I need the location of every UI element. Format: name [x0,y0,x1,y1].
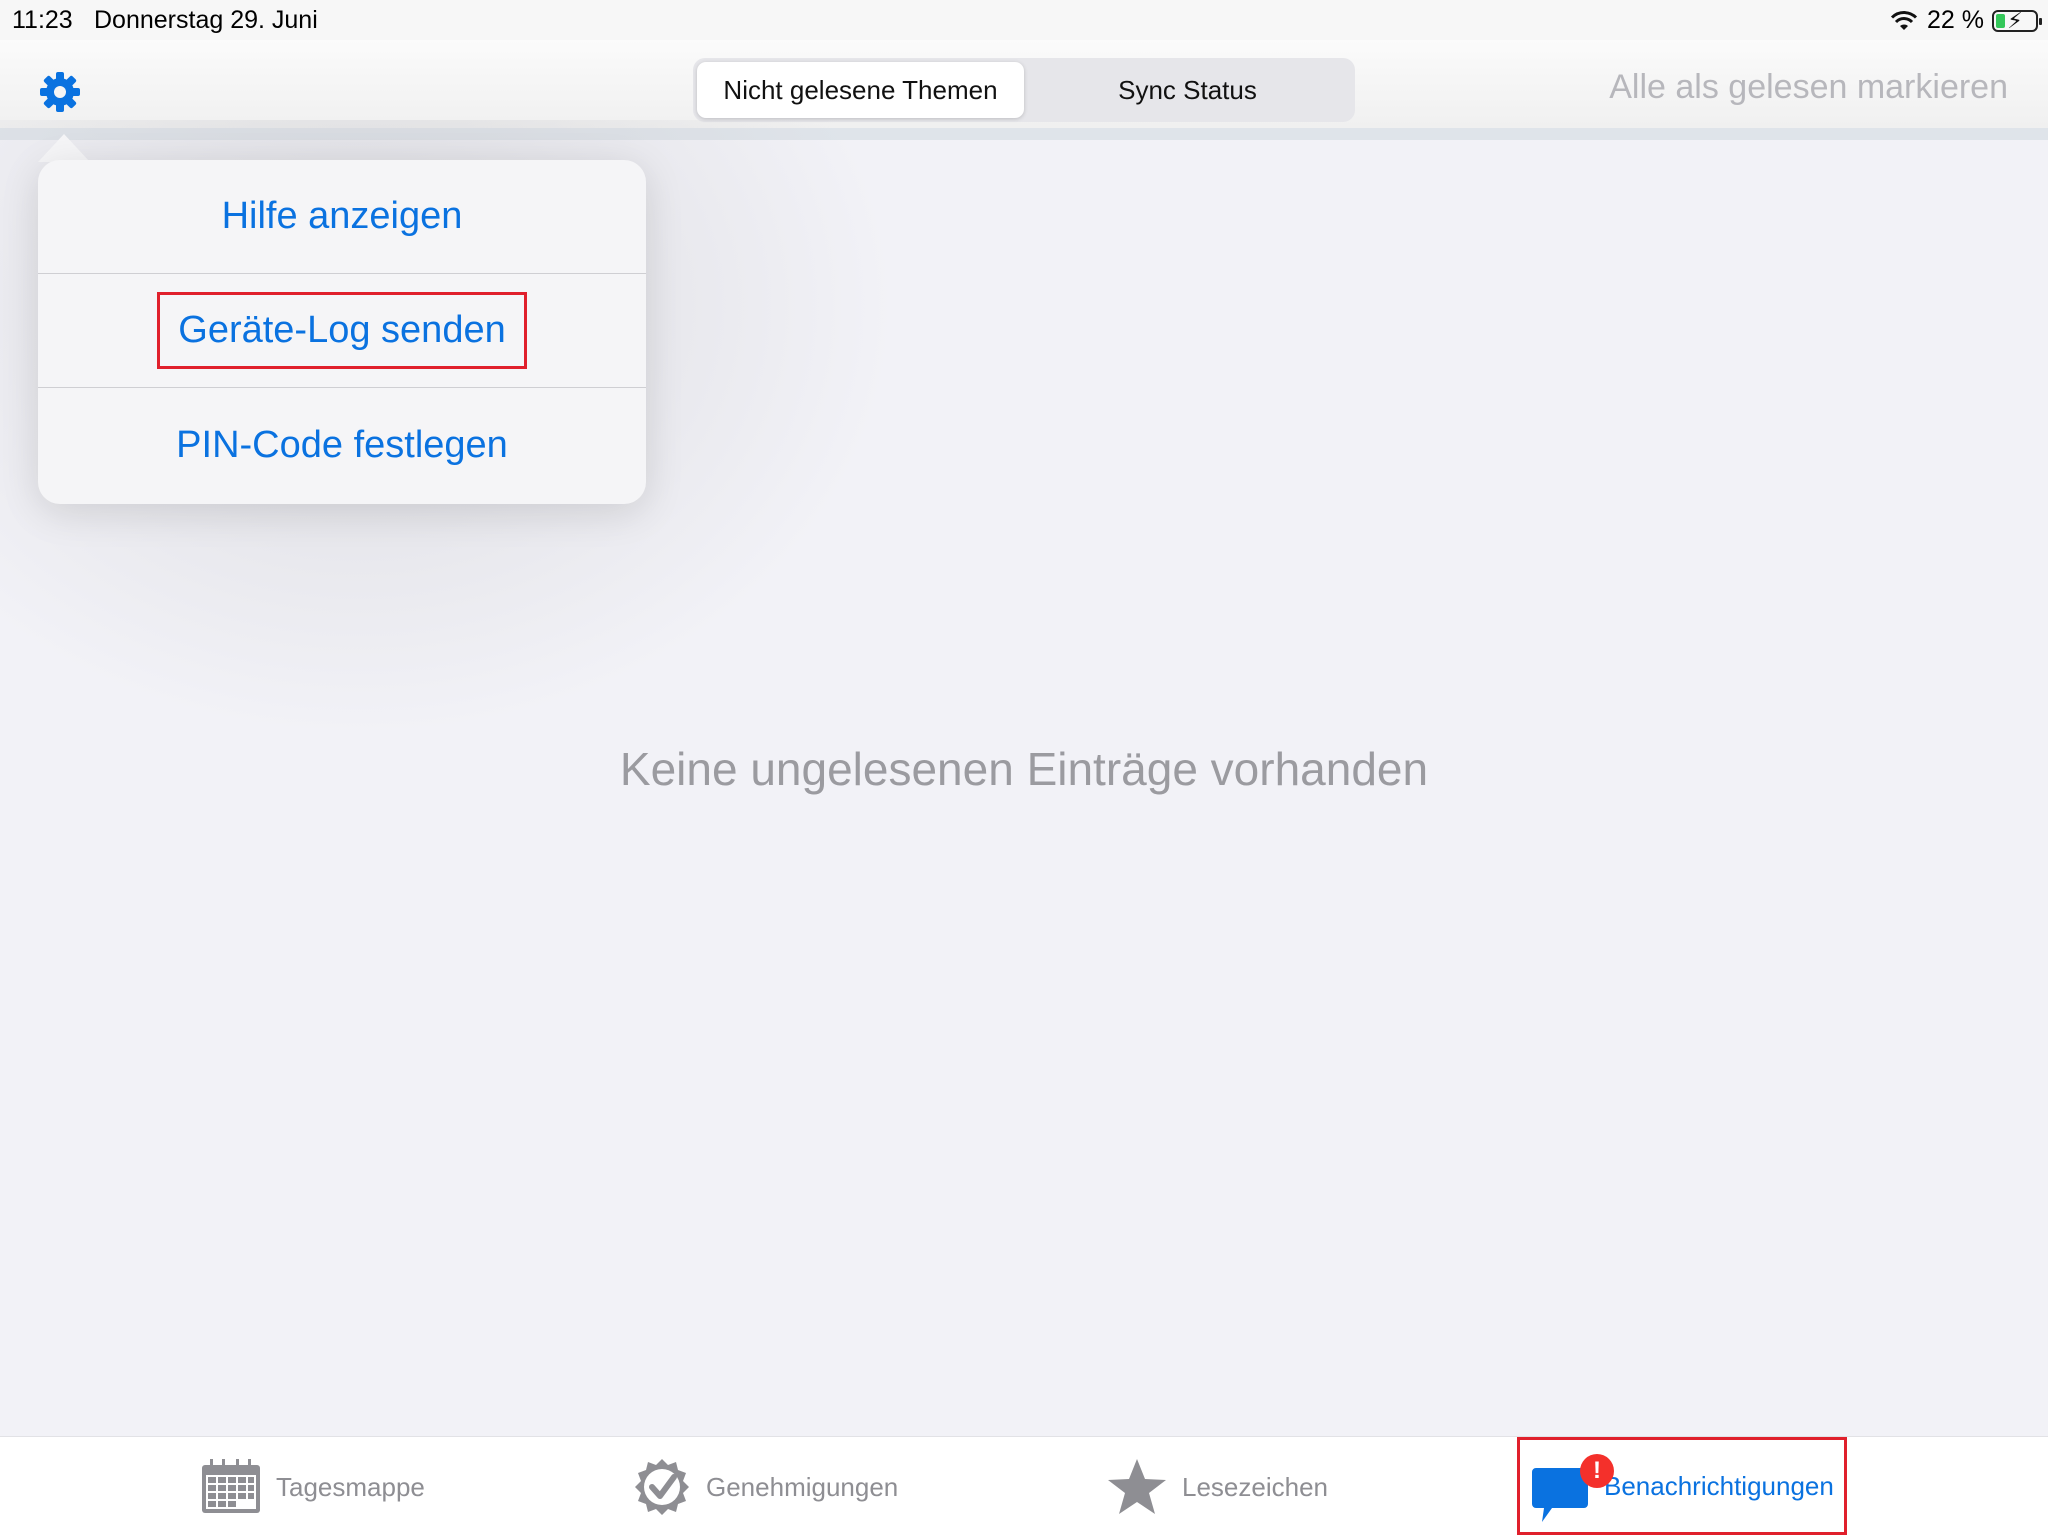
menu-item-label: Hilfe anzeigen [221,195,463,237]
battery-icon: ⚡ [1992,7,2042,33]
popover-arrow [38,134,90,162]
segment-sync-status[interactable]: Sync Status [1024,62,1351,118]
tab-bar: Tagesmappe Genehmigungen Lesezeichen ! B… [0,1436,2048,1536]
tab-genehmigungen[interactable]: Genehmigungen [632,1437,898,1536]
tab-label: Genehmigungen [706,1471,899,1502]
notification-badge: ! [1580,1454,1614,1488]
charging-bolt-icon: ⚡ [2007,7,2023,33]
tab-icon-wrapper: ! [1530,1446,1614,1526]
star-icon [1108,1459,1166,1514]
segmented-control: Nicht gelesene Themen Sync Status [693,58,1355,122]
status-right: 22 % ⚡ [1889,6,2042,35]
badge-check-icon [635,1459,689,1515]
status-time: 11:23 [12,6,73,34]
status-bar: 11:23 Donnerstag 29. Juni 22 % ⚡ [0,0,2048,40]
settings-popover: Hilfe anzeigen Geräte-Log senden PIN-Cod… [38,160,646,504]
tab-tagesmappe[interactable]: Tagesmappe [200,1437,425,1536]
gear-icon[interactable] [38,70,82,114]
segment-unread-topics[interactable]: Nicht gelesene Themen [697,62,1024,118]
calendar-icon [202,1459,260,1513]
wifi-icon [1890,10,1918,30]
tab-lesezeichen[interactable]: Lesezeichen [1106,1437,1328,1536]
tab-label: Lesezeichen [1182,1471,1328,1502]
menu-item-label: PIN-Code festlegen [176,423,508,466]
tab-label: Benachrichtigungen [1604,1470,1834,1501]
battery-percent: 22 % [1927,6,1984,34]
empty-state-message: Keine ungelesenen Einträge vorhanden [619,743,1429,795]
menu-item-show-help[interactable]: Hilfe anzeigen [38,160,646,274]
tab-benachrichtigungen[interactable]: ! Benachrichtigungen [1517,1437,1847,1535]
menu-item-set-pin-code[interactable]: PIN-Code festlegen [38,388,646,502]
status-date: Donnerstag 29. Juni [94,6,318,34]
chat-bubble-icon [1532,1468,1588,1522]
mark-all-read-button[interactable]: Alle als gelesen markieren [1609,68,2008,107]
menu-item-label: Geräte-Log senden [157,292,527,369]
tab-label: Tagesmappe [276,1471,425,1502]
menu-item-send-device-log[interactable]: Geräte-Log senden [38,274,646,388]
